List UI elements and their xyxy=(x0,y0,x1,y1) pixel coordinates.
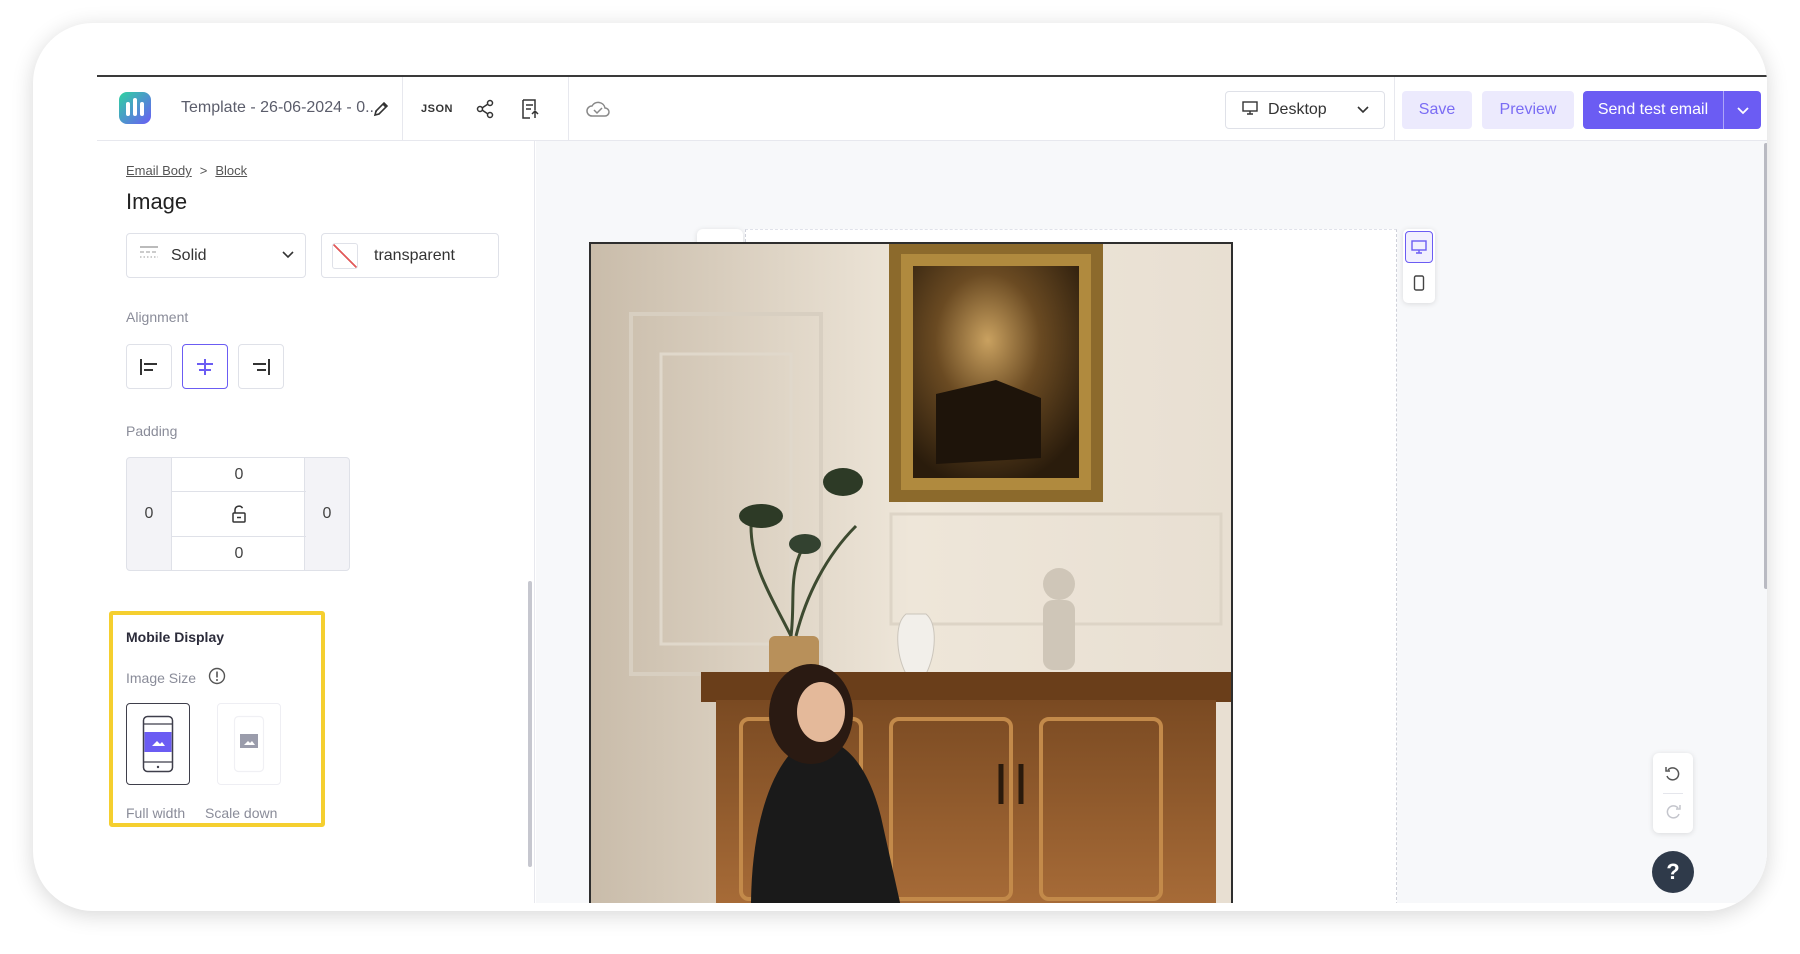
image-size-label: Image Size xyxy=(126,669,197,686)
history-controls xyxy=(1653,753,1693,833)
padding-right-input[interactable]: 0 xyxy=(305,458,349,570)
email-editor-app: Template - 26-06-2024 - 0... JSON Deskto… xyxy=(97,75,1767,903)
info-icon[interactable] xyxy=(208,667,226,688)
border-style-icon xyxy=(139,245,159,266)
lock-icon[interactable] xyxy=(172,492,306,536)
border-style-select[interactable]: Solid xyxy=(126,233,306,278)
top-bar: Template - 26-06-2024 - 0... JSON Deskto… xyxy=(97,77,1767,141)
help-icon[interactable]: ? xyxy=(1652,851,1694,893)
save-button[interactable]: Save xyxy=(1402,91,1472,129)
padding-left-input[interactable]: 0 xyxy=(127,458,171,570)
mobile-display-section: Mobile Display Image Size Full width Sca… xyxy=(109,611,325,827)
share-icon[interactable] xyxy=(473,97,497,121)
breadcrumb-email-body[interactable]: Email Body xyxy=(126,163,192,178)
scale-down-label: Scale down xyxy=(205,805,278,821)
full-width-label: Full width xyxy=(126,805,186,821)
scale-down-option[interactable] xyxy=(217,703,281,785)
properties-panel: Email Body > Block Image Solid transparent… xyxy=(97,141,535,903)
export-icon[interactable] xyxy=(518,96,542,122)
mobile-display-title: Mobile Display xyxy=(126,629,225,645)
padding-top-input[interactable]: 0 xyxy=(172,458,306,491)
chevron-down-icon xyxy=(1356,102,1370,121)
cloud-icon xyxy=(583,97,613,121)
padding-label: Padding xyxy=(126,423,178,439)
redo-icon[interactable] xyxy=(1662,801,1684,823)
border-color-value: transparent xyxy=(374,246,455,264)
align-right-button[interactable] xyxy=(238,344,284,389)
panel-scrollbar[interactable] xyxy=(528,581,532,867)
alignment-label: Alignment xyxy=(126,309,189,325)
canvas-scrollbar[interactable] xyxy=(1764,143,1767,589)
send-options-chevron-icon[interactable] xyxy=(1724,103,1761,117)
image-size-row: Image Size xyxy=(126,667,226,688)
border-style-value: Solid xyxy=(171,246,207,264)
preview-button[interactable]: Preview xyxy=(1482,91,1574,129)
edit-icon[interactable] xyxy=(370,98,392,120)
editor-canvas: ? xyxy=(536,141,1767,903)
send-test-email-button[interactable]: Send test email xyxy=(1583,91,1761,129)
align-left-button[interactable] xyxy=(126,344,172,389)
breadcrumb: Email Body > Block xyxy=(126,163,248,178)
window-frame: Template - 26-06-2024 - 0... JSON Deskto… xyxy=(33,23,1767,911)
border-color-field[interactable]: transparent xyxy=(321,233,499,278)
align-center-button[interactable] xyxy=(182,344,228,389)
desktop-view-icon[interactable] xyxy=(1405,231,1433,263)
color-swatch[interactable] xyxy=(332,242,358,269)
padding-bottom-input[interactable]: 0 xyxy=(172,537,306,570)
view-toggle xyxy=(1403,229,1435,303)
full-width-option[interactable] xyxy=(126,703,190,785)
device-select-label: Desktop xyxy=(1268,101,1327,118)
template-title[interactable]: Template - 26-06-2024 - 0... xyxy=(181,99,378,117)
device-select[interactable]: Desktop xyxy=(1225,91,1385,129)
padding-control: 0 0 0 0 xyxy=(126,457,350,571)
undo-icon[interactable] xyxy=(1662,763,1684,785)
json-button[interactable]: JSON xyxy=(419,97,455,121)
chevron-down-icon xyxy=(281,247,295,266)
monitor-icon xyxy=(1242,100,1258,120)
mobile-icon[interactable] xyxy=(1405,267,1433,299)
breadcrumb-block[interactable]: Block xyxy=(215,163,247,178)
send-test-email-label: Send test email xyxy=(1597,101,1709,118)
panel-title: Image xyxy=(126,189,188,214)
app-logo[interactable] xyxy=(119,92,151,124)
email-image[interactable] xyxy=(589,242,1233,903)
